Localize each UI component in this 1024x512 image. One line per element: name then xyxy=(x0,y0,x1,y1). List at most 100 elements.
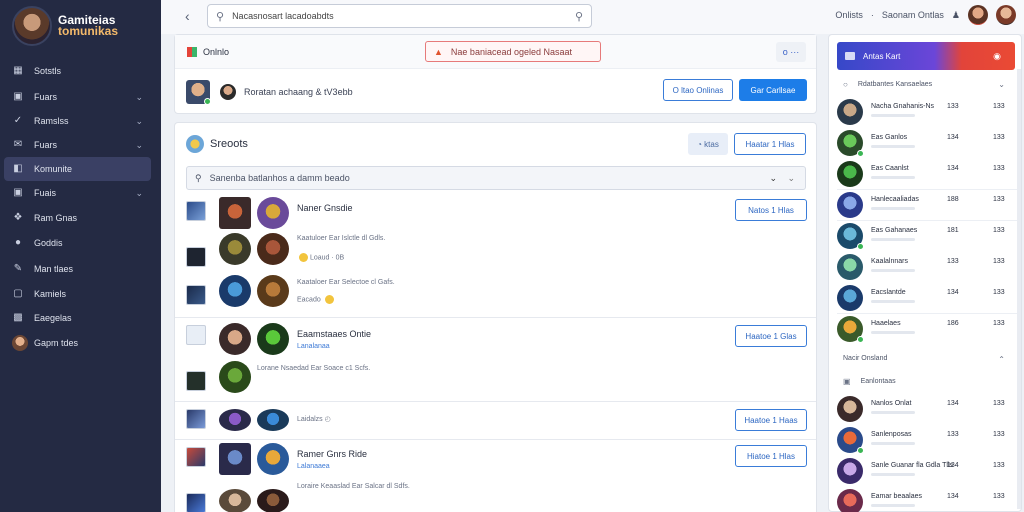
top-link-online[interactable]: Onlists xyxy=(835,10,863,20)
avatar[interactable] xyxy=(219,323,251,355)
alert-text: Nae baniacead ogeled Nasaat xyxy=(450,46,573,57)
game-thumbnail[interactable] xyxy=(186,447,206,467)
game-thumbnail[interactable] xyxy=(186,409,206,429)
primary-action-button[interactable]: Gar Carllsae xyxy=(739,79,807,101)
friend-row[interactable]: Eas Ganlos 134 133 xyxy=(837,129,1017,157)
avatar xyxy=(219,361,251,393)
avatar xyxy=(837,458,863,484)
friend-stat: 134 xyxy=(947,400,959,407)
sidebar-item-ramslss[interactable]: ✓ Ramslss ⌄ xyxy=(4,109,151,133)
group-action-button[interactable]: Natos 1 Hlas xyxy=(735,199,807,221)
sidebar-item-eaegelas[interactable]: ▩ Eaegelas xyxy=(4,306,151,330)
friend-row[interactable]: Eas Caanlst 134 133 xyxy=(837,160,1017,188)
group-subtitle: Lanalanaa xyxy=(297,343,330,350)
sidebar-item-ram-gnas[interactable]: ❖ Ram Gnas xyxy=(4,206,151,230)
brand-avatar xyxy=(12,6,52,46)
avatar[interactable] xyxy=(186,80,211,105)
friend-row[interactable]: Eacslantde 134 133 xyxy=(837,284,1017,312)
avatar xyxy=(837,254,863,280)
friend-name: Eas Caanlst xyxy=(871,165,909,172)
status-toggle-button[interactable]: ◔ ktas xyxy=(688,133,728,155)
avatar[interactable] xyxy=(996,5,1016,25)
sidebar-item-label: Eaegelas xyxy=(34,313,72,323)
game-thumbnail[interactable] xyxy=(186,285,206,305)
avatar[interactable] xyxy=(219,443,251,475)
filter-text: Sanenba batlanhos a damm beado xyxy=(209,173,350,183)
friend-row[interactable]: Eamar beaalaes 134 133 xyxy=(837,488,1017,512)
header-action-label: Haatar 1 Hlas xyxy=(745,139,795,149)
right-panel-header[interactable]: Antas Kart ◉ xyxy=(837,42,1015,70)
game-thumbnail[interactable] xyxy=(186,247,206,267)
friend-status-bar xyxy=(871,207,915,210)
group-action-button[interactable]: Haatoe 1 Haas xyxy=(735,409,807,431)
search-input[interactable] xyxy=(232,11,575,21)
section-header[interactable]: ○ Rdatbantes Kansaelaes xyxy=(843,80,932,89)
settings-button[interactable]: o ··· xyxy=(776,42,806,62)
game-thumbnail[interactable] xyxy=(186,371,206,391)
sidebar-item-sotstls[interactable]: ▦ Sotstls xyxy=(4,59,151,83)
sidebar-item-profile[interactable]: Gapm tdes xyxy=(4,331,151,355)
friend-group: Laidalzs ◴ Haatoe 1 Haas xyxy=(175,405,816,439)
sidebar-item-fuars-2[interactable]: ✉ Fuars ⌄ xyxy=(4,133,151,157)
friend-name: Nacha Gnahanis-Ns xyxy=(871,103,935,110)
settings-button-label: o ··· xyxy=(782,47,800,57)
group-title: Eaamstaaes Ontie xyxy=(297,329,372,339)
friend-stat: 134 xyxy=(947,493,959,500)
group-subtitle: Lalanaaea xyxy=(297,463,330,470)
avatar[interactable] xyxy=(257,197,289,229)
friends-title: Sreoots xyxy=(210,138,248,150)
game-thumbnail[interactable] xyxy=(186,493,206,512)
brand[interactable]: Gamiteias tomunikas xyxy=(12,6,118,46)
game-thumbnail[interactable] xyxy=(186,201,206,221)
search-bar[interactable]: ⚲ ⚲ xyxy=(207,4,592,28)
scrollbar[interactable] xyxy=(1017,69,1021,509)
friend-row[interactable]: Nanlos Onlat 134 133 xyxy=(837,395,1017,423)
avatar xyxy=(219,275,251,307)
sidebar-item-man-tlaes[interactable]: ✎ Man tlaes xyxy=(4,257,151,281)
chevron-down-icon: ⌄ xyxy=(135,187,143,198)
avatar[interactable] xyxy=(219,197,251,229)
header-action-button[interactable]: Haatar 1 Hlas xyxy=(734,133,806,155)
online-filter-button[interactable]: O ltao Onlinas xyxy=(663,79,733,101)
top-link-profile[interactable]: Saonam Ontlas xyxy=(882,10,944,20)
chevron-down-icon[interactable]: ⌄ xyxy=(769,173,777,184)
section-header[interactable]: Nacir Onsland xyxy=(843,355,887,362)
avatar[interactable] xyxy=(257,443,289,475)
section-header[interactable]: ▣ Eanlontaas xyxy=(843,377,896,386)
chevron-down-icon[interactable]: ⌄ xyxy=(998,80,1005,89)
search-icon[interactable]: ⚲ xyxy=(575,10,583,23)
friend-row[interactable]: Eas Gahanaes 181 133 xyxy=(837,222,1017,250)
sidebar-item-fuars[interactable]: ▣ Fuars ⌄ xyxy=(4,85,151,109)
sidebar-item-kamiels[interactable]: ▢ Kamiels xyxy=(4,282,151,306)
group-action-button[interactable]: Hiatoe 1 Hlas xyxy=(735,445,807,467)
avatar[interactable] xyxy=(968,5,988,25)
chevron-down-icon[interactable]: ⌄ xyxy=(787,173,795,184)
game-thumbnail[interactable] xyxy=(186,325,206,345)
friend-status-bar xyxy=(871,114,915,117)
sidebar-item-komunite[interactable]: ◧ Komunite xyxy=(4,157,151,181)
chevron-up-icon[interactable]: ⌃ xyxy=(998,355,1005,364)
friend-stat: 134 xyxy=(947,462,959,469)
friend-row[interactable]: Sanle Guanar fla Gdla Tlls 134 133 xyxy=(837,457,1017,485)
group-action-button[interactable]: Haatoe 1 Glas xyxy=(735,325,807,347)
friend-row[interactable]: Nacha Gnahanis-Ns 133 133 xyxy=(837,98,1017,126)
friend-row[interactable]: Haaelaes 186 133 xyxy=(837,315,1017,343)
sidebar-item-fuais[interactable]: ▣ Fuais ⌄ xyxy=(4,181,151,205)
sidebar-item-goddis[interactable]: ● Goddis xyxy=(4,231,151,255)
friends-filter[interactable]: ⚲ Sanenba batlanhos a damm beado ⌄ ⌄ xyxy=(186,166,806,190)
eye-icon[interactable]: ◉ xyxy=(993,51,1001,62)
avatar xyxy=(837,396,863,422)
friend-row[interactable]: Hanlecaaliadas 188 133 xyxy=(837,191,1017,219)
friend-stat: 134 xyxy=(947,165,959,172)
back-arrow-icon[interactable]: ‹ xyxy=(185,8,190,24)
person-icon[interactable]: ♟ xyxy=(952,10,960,21)
emoji-icon xyxy=(299,253,308,262)
alert-banner[interactable]: ▲ Nae baniacead ogeled Nasaat xyxy=(425,41,601,62)
section-title: Eanlontaas xyxy=(860,378,896,385)
avatar[interactable] xyxy=(257,323,289,355)
friend-row[interactable]: Sanlenposas 133 133 xyxy=(837,426,1017,454)
friend-stat: 133 xyxy=(993,258,1005,265)
sidebar-item-label: Fuars xyxy=(34,140,58,150)
avatar xyxy=(257,233,289,265)
friend-row[interactable]: Kaalalnnars 133 133 xyxy=(837,253,1017,281)
